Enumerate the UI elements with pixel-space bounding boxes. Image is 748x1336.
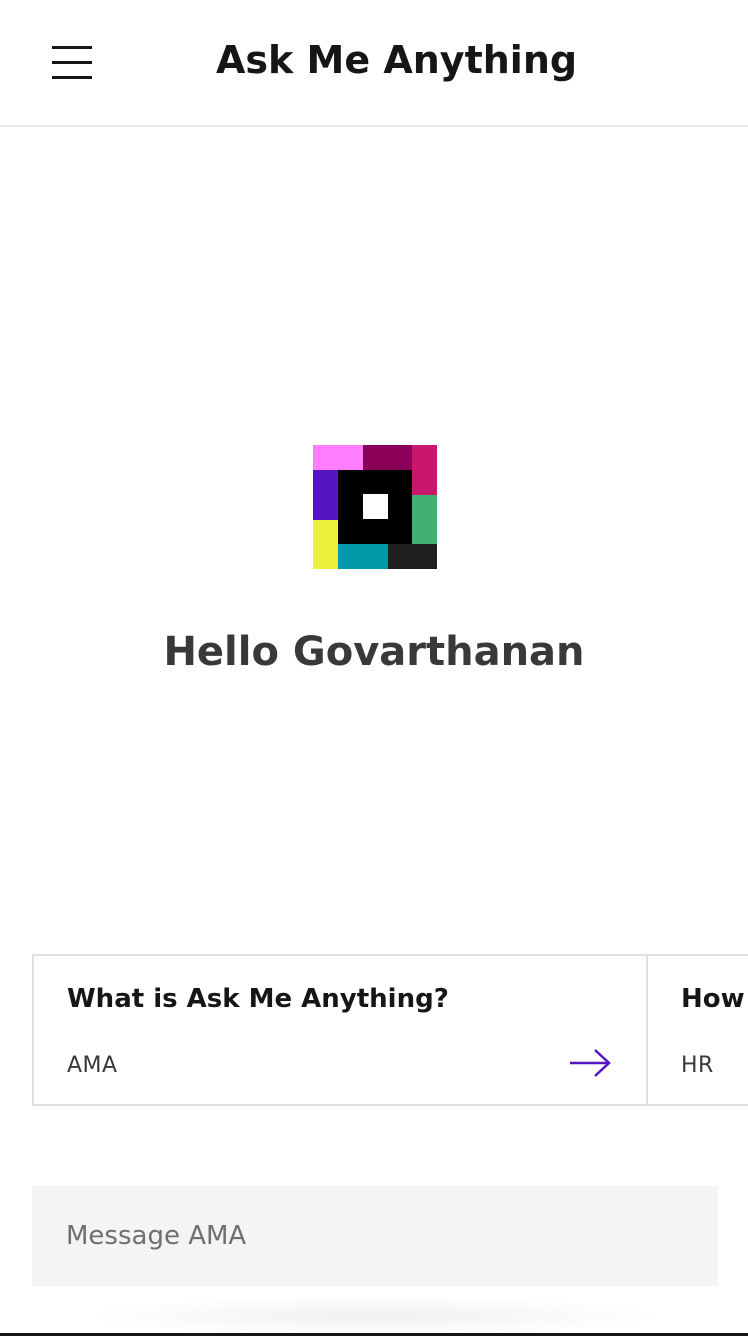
bottom-shadow: [80, 1296, 668, 1336]
message-input[interactable]: [32, 1186, 718, 1286]
greeting-text: Hello Govarthanan: [163, 629, 585, 675]
top-header: Ask Me Anything: [0, 0, 748, 127]
suggestion-title: What is Ask Me Anything?: [67, 984, 449, 1014]
suggestion-carousel: What is Ask Me Anything? AMA How c HR: [32, 954, 748, 1106]
suggestion-tag: AMA: [67, 1053, 118, 1078]
suggestion-title: How c: [681, 984, 748, 1014]
menu-button[interactable]: [40, 34, 104, 92]
ama-logo-icon: [313, 445, 437, 569]
suggestion-card[interactable]: How c HR: [646, 954, 748, 1106]
app-title: Ask Me Anything: [216, 38, 578, 82]
suggestion-tag: HR: [681, 1053, 714, 1078]
hamburger-menu-icon: [52, 46, 92, 49]
app-screen: Ask Me Anything Hello Govarthanan What i…: [0, 0, 748, 1336]
suggestion-card[interactable]: What is Ask Me Anything? AMA: [32, 954, 648, 1106]
message-box: [32, 1186, 718, 1286]
arrow-right-icon: [570, 1049, 611, 1077]
